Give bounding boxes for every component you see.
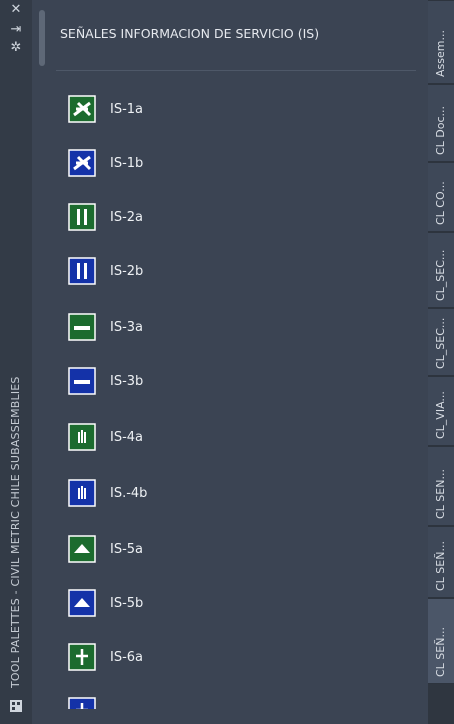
tab-label: CL SEÑ...	[434, 627, 447, 677]
tool-item[interactable]: IS-4a	[68, 423, 368, 455]
menu-grip-icon[interactable]	[9, 698, 23, 712]
tool-item-partial[interactable]	[68, 697, 368, 709]
scrollbar[interactable]	[39, 10, 45, 66]
tab-label: CL SEN...	[434, 469, 447, 519]
tab-label: CL CO...	[434, 181, 447, 225]
tool-label: IS-1b	[110, 156, 144, 171]
tool-label: IS-2a	[110, 210, 144, 225]
tab-cl-sen-active[interactable]: CL SEÑ...	[428, 598, 454, 684]
tool-label: IS-3a	[110, 320, 144, 335]
palette-tabs: Assem... CL Doc... CL CO... CL_SEC... CL…	[428, 0, 454, 724]
tab-label: CL Doc...	[434, 105, 447, 155]
cross-sign-icon	[68, 697, 96, 709]
tab-label: CL_VIA...	[434, 391, 447, 439]
tab-cl-sen[interactable]: CL SEN...	[428, 446, 454, 526]
tool-item[interactable]: IS-6a	[68, 643, 368, 675]
hand-sign-icon	[68, 423, 96, 451]
tab-cl-doc[interactable]: CL Doc...	[428, 84, 454, 162]
tool-item[interactable]: IS-5a	[68, 535, 368, 567]
bed-sign-icon	[68, 313, 96, 341]
hand-sign-icon	[68, 479, 96, 507]
tool-label: IS-5b	[110, 596, 144, 611]
tent-sign-icon	[68, 589, 96, 617]
tool-item[interactable]: IS-5b	[68, 589, 368, 621]
bed-sign-icon	[68, 367, 96, 395]
tab-label: CL SEÑ...	[434, 541, 447, 591]
tent-sign-icon	[68, 535, 96, 563]
tool-label: IS-4a	[110, 430, 144, 445]
tool-label: IS-2b	[110, 264, 144, 279]
cross-sign-icon	[68, 643, 96, 671]
palette-header: SEÑALES INFORMACION DE SERVICIO (IS)	[56, 22, 416, 71]
auto-hide-icon[interactable]: ⇥	[8, 22, 24, 38]
airplane-sign-icon	[68, 149, 96, 177]
window-title: TOOL PALETTES - CIVIL METRIC CHILE SUBAS…	[10, 308, 24, 688]
tab-cl-co[interactable]: CL CO...	[428, 162, 454, 232]
tab-cl-via[interactable]: CL_VIA...	[428, 376, 454, 446]
tool-label: IS-5a	[110, 542, 144, 557]
close-icon[interactable]: ✕	[8, 2, 24, 18]
palette-title-strip: ✕ ⇥ ✲ TOOL PALETTES - CIVIL METRIC CHILE…	[0, 0, 32, 724]
tool-item[interactable]: IS-1a	[68, 95, 368, 127]
palette-title: SEÑALES INFORMACION DE SERVICIO (IS)	[60, 26, 320, 41]
tool-item[interactable]: IS-1b	[68, 149, 368, 181]
properties-icon[interactable]: ✲	[8, 40, 24, 56]
palette-content: SEÑALES INFORMACION DE SERVICIO (IS) IS-…	[32, 0, 428, 724]
tab-cl-sec-2[interactable]: CL_SEC...	[428, 308, 454, 376]
tool-item[interactable]: IS-3b	[68, 367, 368, 399]
tabs-empty-area	[428, 684, 454, 724]
tab-label: Assem...	[434, 30, 447, 77]
tool-label: IS.-4b	[110, 486, 148, 501]
tab-cl-sec-1[interactable]: CL_SEC...	[428, 232, 454, 308]
tool-label: IS-3b	[110, 374, 144, 389]
tab-cl-sen-2[interactable]: CL SEÑ...	[428, 526, 454, 598]
tool-item[interactable]: IS-2b	[68, 257, 368, 289]
tab-assem[interactable]: Assem...	[428, 0, 454, 84]
tool-item[interactable]: IS-2a	[68, 203, 368, 235]
tool-label: IS-1a	[110, 102, 144, 117]
tool-item[interactable]: IS-3a	[68, 313, 368, 345]
window-title-text: TOOL PALETTES - CIVIL METRIC CHILE SUBAS…	[10, 376, 22, 688]
fork-knife-sign-icon	[68, 203, 96, 231]
tool-label: IS-6a	[110, 650, 144, 665]
tab-label: CL_SEC...	[434, 317, 447, 369]
tool-item[interactable]: IS.-4b	[68, 479, 368, 511]
fork-knife-sign-icon	[68, 257, 96, 285]
tab-label: CL_SEC...	[434, 249, 447, 301]
airplane-sign-icon	[68, 95, 96, 123]
